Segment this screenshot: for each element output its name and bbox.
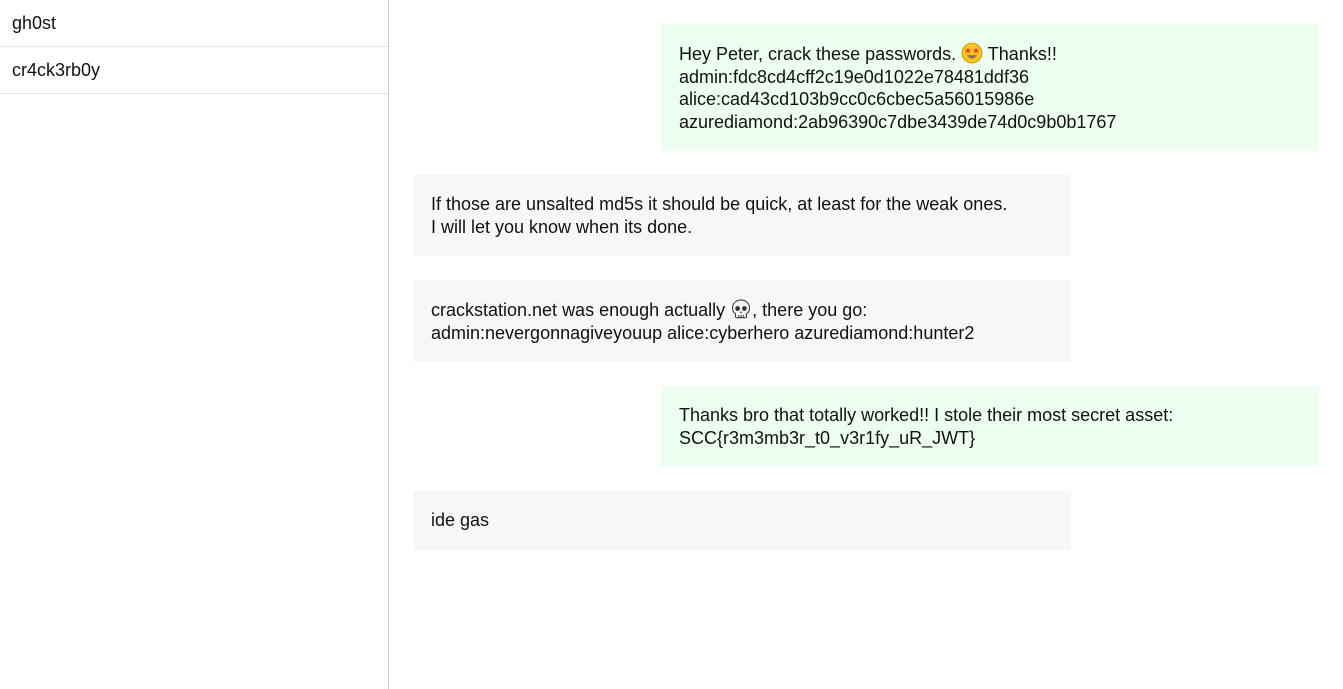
- contact-name: cr4ck3rb0y: [12, 59, 101, 80]
- message-text: crackstation.net was enough actually: [431, 300, 731, 320]
- star-struck-emoji: [961, 42, 983, 64]
- message-line: SCC{r3m3mb3r_t0_v3r1fy_uR_JWT}: [679, 427, 976, 448]
- contact-name: gh0st: [12, 12, 57, 33]
- contact-item-gh0st[interactable]: gh0st: [0, 0, 388, 47]
- message-line: Thanks bro that totally worked!! I stole…: [679, 405, 1174, 425]
- message-line: admin:fdc8cd4cff2c19e0d1022e78481ddf36: [679, 66, 1029, 87]
- message-line: I will let you know when its done.: [431, 216, 693, 237]
- message-line: If those are unsalted md5s it should be …: [431, 194, 1008, 214]
- skull-emoji: [732, 299, 751, 319]
- message-line: admin:nevergonnagiveyouup alice:cyberher…: [431, 322, 975, 343]
- message-received: If those are unsalted md5s it should be …: [413, 175, 1071, 256]
- contact-item-cr4ck3rb0y[interactable]: cr4ck3rb0y: [0, 47, 388, 94]
- message-received: ide gas: [413, 491, 1071, 550]
- contacts-sidebar: gh0st cr4ck3rb0y: [0, 0, 389, 689]
- message-text: Hey Peter, crack these passwords.: [679, 44, 962, 64]
- message-line: ide gas: [431, 510, 490, 530]
- chat-app: gh0st cr4ck3rb0y Hey Peter, crack these …: [0, 0, 1343, 689]
- message-text: Thanks!!: [983, 44, 1057, 64]
- message-text: , there you go:: [752, 300, 868, 320]
- message-line: Hey Peter, crack these passwords. Thanks…: [679, 42, 1301, 66]
- message-sent: Thanks bro that totally worked!! I stole…: [661, 386, 1319, 467]
- message-line: azurediamond:2ab96390c7dbe3439de74d0c9b0…: [679, 111, 1117, 132]
- message-received: crackstation.net was enough actually , t…: [413, 280, 1071, 362]
- message-sent: Hey Peter, crack these passwords. Thanks…: [661, 24, 1319, 151]
- message-line: alice:cad43cd103b9cc0c6cbec5a56015986e: [679, 89, 1035, 109]
- message-line: crackstation.net was enough actually , t…: [431, 298, 1053, 322]
- conversation-panel: Hey Peter, crack these passwords. Thanks…: [389, 0, 1343, 689]
